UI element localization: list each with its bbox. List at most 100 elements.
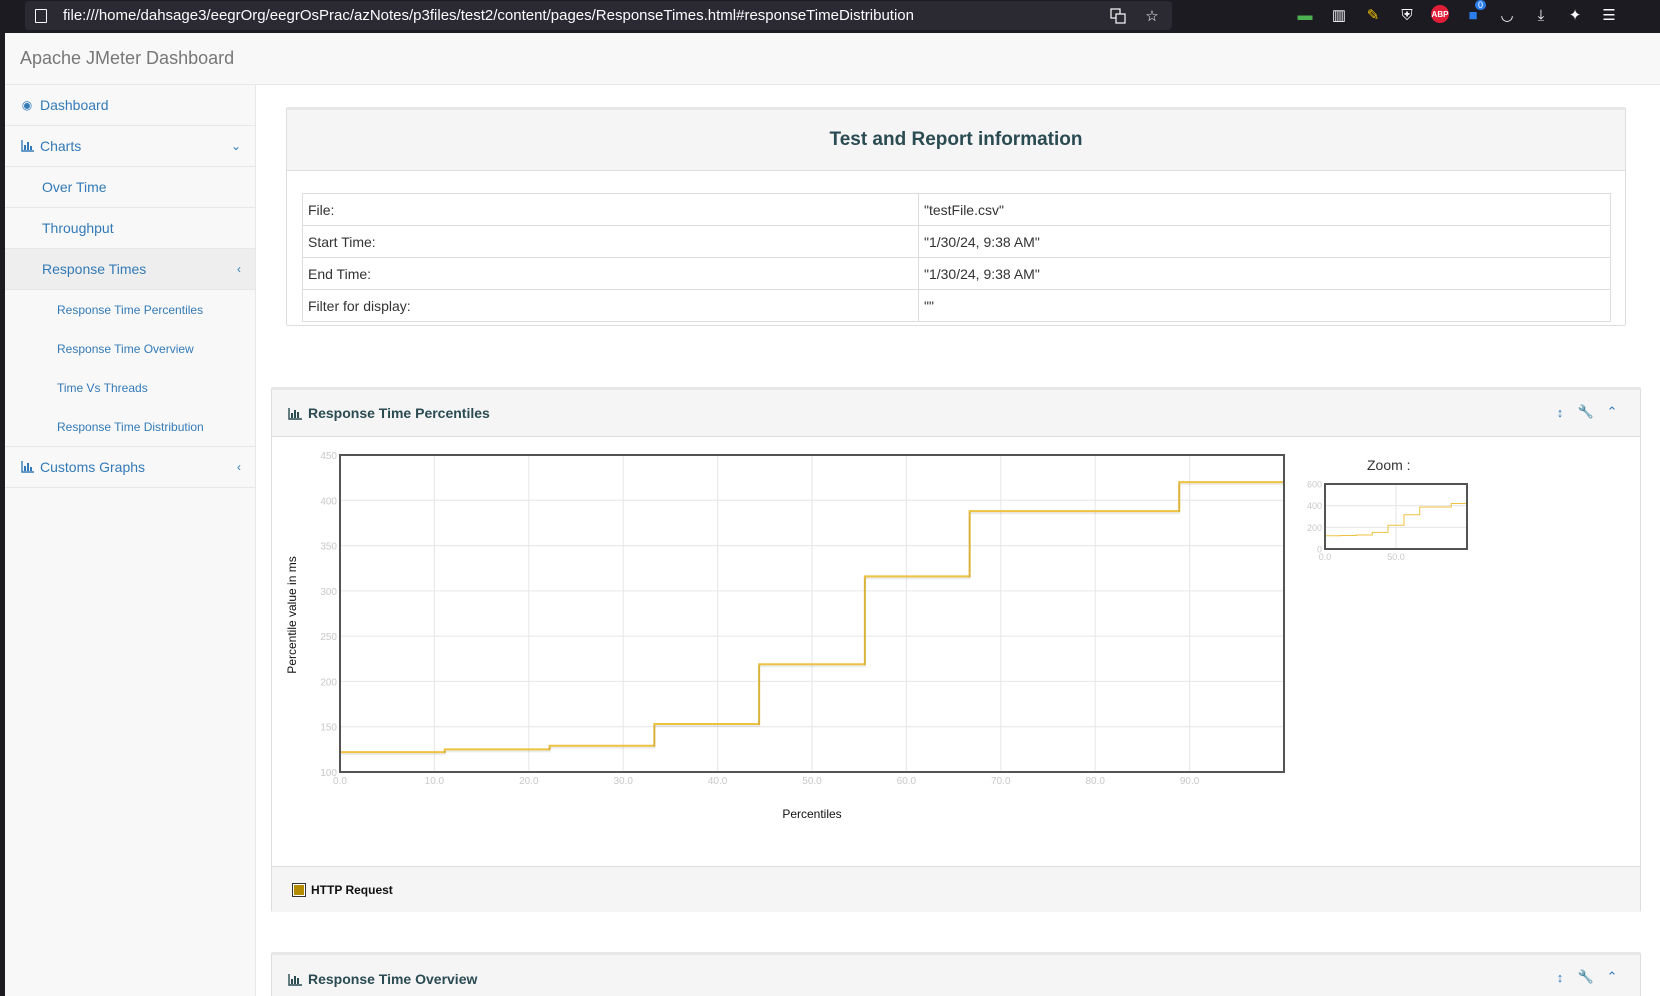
chart-legend: HTTP Request: [272, 866, 1640, 912]
y-tick-label: 250: [320, 632, 337, 643]
sidebar-item-time-vs-threads[interactable]: Time Vs Threads: [5, 368, 255, 407]
x-tick-label: 80.0: [1085, 776, 1105, 787]
sidebar-item-label: Response Time Distribution: [57, 419, 204, 434]
x-tick-label: 40.0: [708, 776, 728, 787]
sidebar-item-label: Response Times: [42, 261, 147, 277]
y-tick-label: 200: [1307, 523, 1322, 533]
sidebar-item-response-time-overview[interactable]: Response Time Overview: [5, 329, 255, 368]
sidebar-item-over-time[interactable]: Over Time: [5, 167, 255, 208]
info-label: Start Time:: [302, 225, 919, 258]
brand-title[interactable]: Apache JMeter Dashboard: [20, 48, 234, 69]
top-navbar: Apache JMeter Dashboard: [5, 33, 1660, 85]
collapse-chevron-up-icon[interactable]: ⌃: [1606, 404, 1618, 420]
sidebar-item-label: Throughput: [42, 220, 114, 236]
legend-label[interactable]: HTTP Request: [311, 883, 393, 897]
resize-vertical-icon[interactable]: ↕: [1554, 404, 1566, 420]
extension-badge-count: 0: [1474, 0, 1486, 10]
x-tick-label: 50.0: [1387, 552, 1405, 562]
translate-icon[interactable]: [1108, 6, 1128, 26]
table-row: Filter for display: "": [302, 289, 1611, 322]
page-document-icon: [35, 8, 47, 23]
y-tick-label: 600: [1307, 480, 1322, 490]
sidebar-item-label: Charts: [40, 138, 82, 154]
sidebar-item-label: Customs Graphs: [40, 459, 146, 475]
y-tick-label: 400: [320, 496, 337, 507]
adblock-plus-icon[interactable]: ABP: [1431, 5, 1449, 23]
sidebar-item-label: Response Time Overview: [57, 341, 194, 356]
menu-hamburger-icon[interactable]: ☰: [1599, 5, 1619, 25]
wrench-settings-icon[interactable]: 🔧: [1578, 404, 1594, 420]
main-content: Test and Report information File: "testF…: [257, 85, 1660, 996]
zoom-label: Zoom :: [1367, 457, 1411, 473]
bookmark-star-icon[interactable]: ☆: [1142, 6, 1162, 26]
panel-title: Response Time Percentiles: [308, 405, 490, 421]
sidebar-item-response-time-percentiles[interactable]: Response Time Percentiles: [5, 290, 255, 329]
pocket-icon[interactable]: ◡: [1497, 5, 1517, 25]
sidebar: ◉ Dashboard Charts ⌄ Over Time Throughpu…: [5, 85, 256, 996]
sidebar-item-charts[interactable]: Charts ⌄: [5, 126, 255, 167]
sidebar-item-custom-graphs[interactable]: Customs Graphs ‹: [5, 447, 255, 488]
percentiles-chart[interactable]: 0.0 10.0 20.0 30.0 40.0 50.0 60.0 70.0 80.0 90.01…: [272, 437, 1640, 865]
chevron-left-icon: ‹: [237, 262, 241, 276]
extensions-puzzle-icon[interactable]: ✦: [1565, 5, 1585, 25]
response-times-submenu: Response Time Percentiles Response Time …: [5, 290, 255, 447]
y-tick-label: 300: [320, 587, 337, 598]
browser-toolbar: file:///home/dahsage3/eegrOrg/eegrOsPrac…: [0, 0, 1660, 31]
sidebar-item-label: Time Vs Threads: [57, 380, 148, 395]
panel-heading: Response Time Overview ↕ 🔧 ⌃: [272, 955, 1640, 996]
sidebar-item-label: Dashboard: [40, 97, 109, 113]
page: Apache JMeter Dashboard ◉ Dashboard Char…: [5, 33, 1660, 996]
bar-chart-icon: [20, 139, 34, 153]
sidebar-item-label: Over Time: [42, 179, 107, 195]
table-row: End Time: "1/30/24, 9:38 AM": [302, 257, 1611, 290]
privacy-shield-icon[interactable]: ⛨: [1397, 5, 1417, 25]
bar-chart-icon: [20, 460, 34, 474]
library-icon[interactable]: ▥: [1329, 5, 1349, 25]
y-tick-label: 350: [320, 542, 337, 553]
sidebar-item-response-times[interactable]: Response Times ‹: [5, 249, 255, 290]
x-tick-label: 90.0: [1180, 776, 1200, 787]
info-value: "testFile.csv": [918, 193, 1611, 226]
sidebar-item-label: Response Time Percentiles: [57, 302, 204, 317]
info-value: "1/30/24, 9:38 AM": [918, 225, 1611, 258]
bar-chart-icon: [288, 407, 302, 420]
info-label: End Time:: [302, 257, 919, 290]
url-text[interactable]: file:///home/dahsage3/eegrOrg/eegrOsPrac…: [63, 7, 914, 24]
y-tick-label: 200: [320, 677, 337, 688]
x-tick-label: 70.0: [991, 776, 1011, 787]
x-tick-label: 10.0: [425, 776, 445, 787]
y-tick-label: 150: [320, 723, 337, 734]
x-tick-label: 50.0: [802, 776, 822, 787]
highlighter-extension-icon[interactable]: ✎: [1363, 5, 1383, 25]
response-time-percentiles-panel: Response Time Percentiles ↕ 🔧 ⌃ 0.0 10.0 2…: [271, 387, 1641, 912]
wrench-settings-icon[interactable]: 🔧: [1578, 969, 1594, 985]
table-row: Start Time: "1/30/24, 9:38 AM": [302, 225, 1611, 258]
address-bar[interactable]: file:///home/dahsage3/eegrOrg/eegrOsPrac…: [25, 1, 1172, 30]
sidebar-item-response-time-distribution[interactable]: Response Time Distribution: [5, 407, 255, 446]
collapse-chevron-up-icon[interactable]: ⌃: [1606, 969, 1618, 985]
y-tick-label: 100: [320, 768, 337, 779]
container-extension-icon[interactable]: ■ 0: [1463, 0, 1486, 25]
response-time-overview-panel: Response Time Overview ↕ 🔧 ⌃: [271, 952, 1641, 996]
legend-swatch[interactable]: [292, 882, 306, 897]
y-tick-label: 400: [1307, 501, 1322, 511]
info-value: "": [918, 289, 1611, 322]
panel-heading: Response Time Percentiles ↕ 🔧 ⌃: [272, 390, 1640, 437]
printer-extension-icon[interactable]: ▬: [1295, 5, 1315, 25]
sidebar-item-dashboard[interactable]: ◉ Dashboard: [5, 85, 255, 126]
panel-title: Response Time Overview: [308, 970, 478, 987]
chevron-down-icon: ⌄: [230, 139, 241, 153]
info-panel-title: Test and Report information: [287, 110, 1625, 171]
sidebar-item-throughput[interactable]: Throughput: [5, 208, 255, 249]
y-tick-label: 0: [1317, 545, 1322, 555]
x-tick-label: 20.0: [519, 776, 539, 787]
resize-vertical-icon[interactable]: ↕: [1554, 969, 1566, 985]
info-table: File: "testFile.csv" Start Time: "1/30/2…: [302, 193, 1611, 322]
download-icon[interactable]: ⤓: [1531, 5, 1551, 25]
dashboard-gauge-icon: ◉: [21, 98, 33, 112]
info-label: File:: [302, 193, 919, 226]
y-axis-label: Percentile value in ms: [285, 556, 299, 673]
x-tick-label: 30.0: [613, 776, 633, 787]
table-row: File: "testFile.csv": [302, 193, 1611, 226]
y-tick-label: 450: [320, 451, 337, 462]
